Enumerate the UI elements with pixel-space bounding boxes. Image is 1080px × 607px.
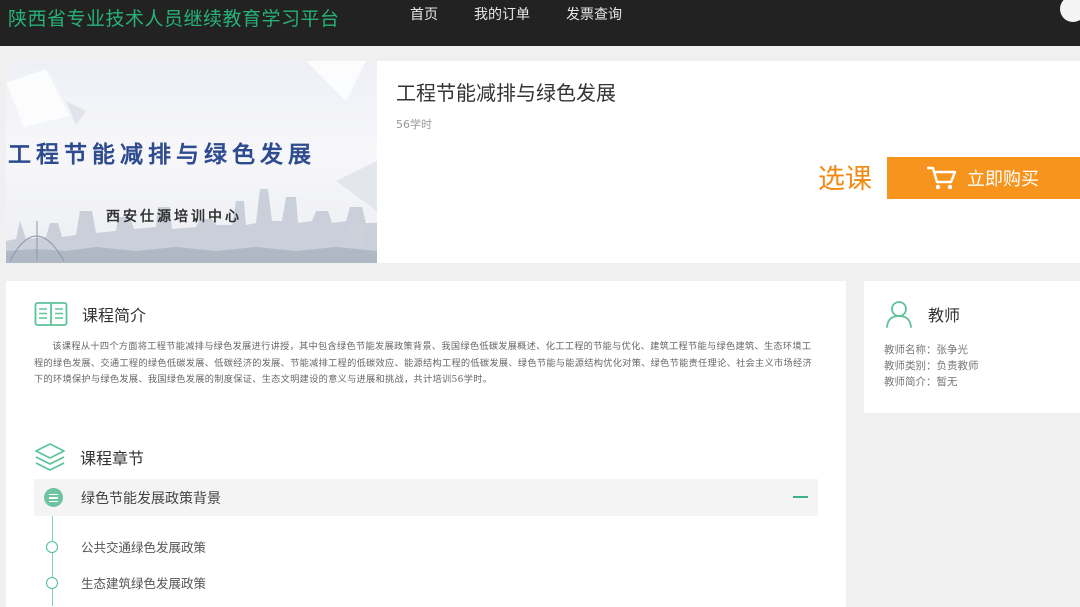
teacher-type: 教师类别：负责教师 — [884, 360, 979, 372]
select-course-label: 选课 — [818, 164, 872, 195]
lesson-bullet-icon — [46, 576, 58, 589]
nav-invoice-query[interactable]: 发票查询 — [566, 0, 622, 30]
chapters-heading: 课程章节 — [34, 442, 144, 472]
cover-subtitle: 西安仕源培训中心 — [106, 209, 242, 225]
user-avatar[interactable] — [1060, 0, 1080, 22]
main-nav: 首页 我的订单 发票查询 — [400, 0, 658, 30]
course-hours: 56学时 — [396, 118, 432, 131]
site-brand[interactable]: 陕西省专业技术人员继续教育学习平台 — [8, 4, 340, 31]
teacher-name: 教师名称：张争光 — [884, 344, 968, 356]
chapters-heading-label: 课程章节 — [80, 449, 145, 468]
top-navbar: 陕西省专业技术人员继续教育学习平台 首页 我的订单 发票查询 — [0, 0, 1080, 46]
lesson-bullet-icon — [46, 540, 58, 553]
lesson-title: 生态建筑绿色发展政策 — [81, 576, 207, 591]
list-icon — [44, 488, 63, 507]
intro-heading: 课程简介 — [34, 301, 146, 327]
course-cover-image: 工程节能减排与绿色发展 西安仕源培训中心 — [6, 61, 377, 263]
buy-now-button[interactable]: 立即购买 — [887, 157, 1080, 199]
user-icon — [886, 301, 912, 328]
teacher-bio: 教师简介：暂无 — [884, 376, 958, 388]
lesson-item[interactable]: 生态建筑绿色发展政策 — [46, 573, 206, 592]
teacher-panel: 教师 教师名称：张争光 教师类别：负责教师 教师简介：暂无 — [864, 281, 1080, 413]
layers-icon — [35, 443, 65, 471]
cart-icon — [927, 166, 957, 190]
chapter-title: 绿色节能发展政策背景 — [81, 491, 221, 507]
teacher-info: 教师名称：张争光 教师类别：负责教师 教师简介：暂无 — [884, 342, 979, 390]
course-detail-panel: 课程简介 该课程从十四个方面将工程节能减排与绿色发展进行讲授，其中包含绿色节能发… — [6, 281, 846, 607]
minus-icon[interactable] — [793, 496, 808, 498]
chapter-row[interactable]: 绿色节能发展政策背景 — [34, 479, 818, 516]
intro-heading-label: 课程简介 — [82, 306, 147, 325]
course-title: 工程节能减排与绿色发展 — [396, 81, 616, 105]
lesson-title: 公共交通绿色发展政策 — [81, 540, 207, 555]
teacher-heading-label: 教师 — [928, 306, 961, 325]
nav-my-orders[interactable]: 我的订单 — [474, 0, 530, 30]
course-intro-text: 该课程从十四个方面将工程节能减排与绿色发展进行讲授，其中包含绿色节能发展政策背景… — [34, 341, 812, 385]
buy-now-label: 立即购买 — [967, 169, 1039, 190]
teacher-heading: 教师 — [884, 299, 960, 329]
course-header-card: 工程节能减排与绿色发展 西安仕源培训中心 工程节能减排与绿色发展 56学时 选课… — [6, 61, 1080, 263]
book-icon — [34, 302, 68, 326]
lesson-timeline — [52, 516, 53, 606]
nav-home[interactable]: 首页 — [410, 0, 438, 30]
lesson-item[interactable]: 公共交通绿色发展政策 — [46, 537, 206, 556]
cover-title: 工程节能减排与绿色发展 — [8, 141, 316, 168]
